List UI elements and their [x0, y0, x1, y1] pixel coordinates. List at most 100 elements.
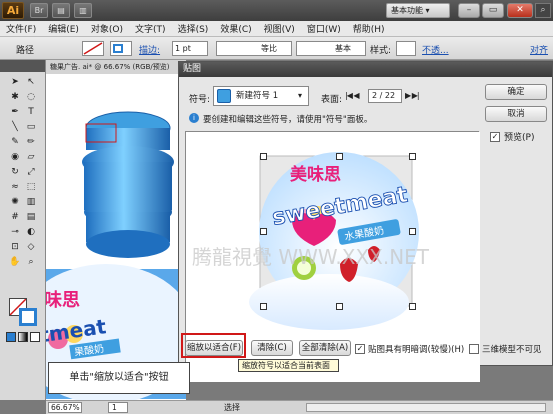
workspace-switcher[interactable]: 基本功能 ▾ — [386, 3, 450, 18]
arrange-icon[interactable]: ▤ — [52, 3, 70, 18]
rotate-icon[interactable]: ↻ — [8, 166, 22, 179]
preview-checkbox[interactable]: ✓ — [490, 131, 500, 142]
info-icon: i — [189, 113, 199, 123]
line-icon[interactable]: ╲ — [8, 121, 22, 134]
graph-icon[interactable]: ▥ — [24, 196, 38, 209]
mesh-icon[interactable]: # — [8, 211, 22, 224]
clear-button[interactable]: 清除(C) — [251, 340, 293, 356]
candy-jar-artwork: 味思 tmeat 果酸奶 — [16, 111, 196, 404]
eyedropper-icon[interactable]: ⊸ — [8, 226, 22, 239]
color-mode-buttons[interactable] — [6, 332, 40, 342]
resize-handle-l[interactable] — [260, 228, 267, 235]
restore-button[interactable]: ▭ — [482, 3, 504, 18]
dialog-title: 贴图 — [179, 62, 552, 77]
invisible-geometry-checkbox[interactable] — [469, 344, 479, 354]
menu-bar: 文件(F) 编辑(E) 对象(O) 文字(T) 选择(S) 效果(C) 视图(V… — [0, 21, 553, 37]
menu-type[interactable]: 文字(T) — [129, 22, 172, 35]
artboard-canvas[interactable]: 味思 tmeat 果酸奶 — [16, 74, 196, 404]
pen-icon[interactable]: ✒ — [8, 106, 22, 119]
horizontal-scrollbar[interactable] — [306, 403, 546, 412]
preview-option[interactable]: ✓ 预览(P) — [490, 130, 534, 143]
stroke-swatch[interactable] — [110, 41, 132, 56]
tools-panel: ➤ ↖ ✱ ◌ ✒ T ╲ ▭ ✎ ✏ ◉ ▱ ↻ ⤢ ≈ ⬚ ✺ ▥ # ▤ ⊸ ◐ ⊡ ◇ ✋ ⌕ — [0, 60, 46, 400]
menu-window[interactable]: 窗口(W) — [301, 22, 347, 35]
align-link[interactable]: 对齐 — [530, 43, 548, 56]
tooltip: 缩放符号以适合当前表面 — [238, 359, 339, 372]
surface-field[interactable]: 2 / 22 — [368, 89, 402, 103]
svg-text:味思: 味思 — [46, 290, 80, 311]
shade-artwork-option[interactable]: ✓ 贴图具有明暗调(较慢)(H) — [355, 343, 464, 355]
invisible-geometry-option[interactable]: 三维模型不可见 — [469, 343, 542, 355]
lasso-icon[interactable]: ◌ — [24, 91, 38, 104]
fill-swatch[interactable] — [82, 41, 104, 56]
magic-wand-icon[interactable]: ✱ — [8, 91, 22, 104]
resize-handle-tr[interactable] — [409, 153, 416, 160]
app-logo: Ai — [2, 2, 24, 19]
highlight-box — [181, 333, 246, 358]
symbol-select[interactable]: 新建符号 1 ▾ — [213, 86, 309, 106]
rect-icon[interactable]: ▭ — [24, 121, 38, 134]
opacity-link[interactable]: 不透... — [422, 43, 449, 56]
symbol-sprayer-icon[interactable]: ✺ — [8, 196, 22, 209]
artwork-brand-cn: 美味思 — [290, 164, 341, 185]
menu-file[interactable]: 文件(F) — [0, 22, 42, 35]
variable-width-profile[interactable]: 等比 — [216, 41, 292, 56]
menu-select[interactable]: 选择(S) — [172, 22, 215, 35]
status-bar: 66.67% 1 选择 — [46, 400, 553, 414]
bridge-icon[interactable]: Br — [30, 3, 48, 18]
stroke-weight-field[interactable]: 1 pt — [172, 41, 208, 56]
stroke-color-box[interactable] — [19, 308, 37, 326]
map-art-dialog: 贴图 符号: 新建符号 1 ▾ 表面: |◀ ◀ 2 / 22 ▶ ▶| i 要… — [178, 61, 553, 382]
clear-all-button[interactable]: 全部清除(A) — [299, 340, 351, 356]
warp-icon[interactable]: ≈ — [8, 181, 22, 194]
style-label: 样式: — [370, 46, 392, 56]
document-icon[interactable]: ▥ — [74, 3, 92, 18]
menu-help[interactable]: 帮助(H) — [347, 22, 391, 35]
zoom-field[interactable]: 66.67% — [48, 402, 82, 413]
menu-effect[interactable]: 效果(C) — [214, 22, 257, 35]
type-icon[interactable]: T — [24, 106, 38, 119]
control-bar: 路径 描边: 1 pt 等比 基本 样式: 不透... 对齐 — [0, 37, 553, 60]
resize-handle-tl[interactable] — [260, 153, 267, 160]
free-transform-icon[interactable]: ⬚ — [24, 181, 38, 194]
blob-brush-icon[interactable]: ◉ — [8, 151, 22, 164]
direct-select-icon[interactable]: ↖ — [24, 76, 38, 89]
eraser-icon[interactable]: ▱ — [24, 151, 38, 164]
menu-object[interactable]: 对象(O) — [85, 22, 129, 35]
artboard-icon[interactable]: ⊡ — [8, 241, 22, 254]
search-icon[interactable]: ⌕ — [535, 3, 551, 18]
resize-handle-bl[interactable] — [260, 303, 267, 310]
hand-icon[interactable]: ✋ — [8, 256, 22, 269]
graphic-style-picker[interactable] — [396, 41, 416, 56]
stroke-label[interactable]: 描边: — [139, 43, 160, 56]
gradient-icon[interactable]: ▤ — [24, 211, 38, 224]
pencil-icon[interactable]: ✏ — [24, 136, 38, 149]
resize-handle-b[interactable] — [336, 303, 343, 310]
close-button[interactable]: ✕ — [507, 3, 533, 18]
menu-edit[interactable]: 编辑(E) — [42, 22, 85, 35]
next-last-surface-icons[interactable]: ▶ ▶| — [405, 91, 420, 100]
resize-handle-t[interactable] — [336, 153, 343, 160]
menu-view[interactable]: 视图(V) — [258, 22, 301, 35]
title-bar: Ai Br ▤ ▥ 基本功能 ▾ – ▭ ✕ ⌕ — [0, 0, 553, 21]
cancel-button[interactable]: 取消 — [485, 106, 547, 122]
slice-icon[interactable]: ◇ — [24, 241, 38, 254]
status-text: 选择 — [224, 403, 240, 412]
minimize-button[interactable]: – — [458, 3, 480, 18]
zoom-icon[interactable]: ⌕ — [24, 256, 38, 269]
page-field[interactable]: 1 — [108, 402, 128, 413]
document-tab[interactable]: 糖果广告. ai* @ 66.67% (RGB/预览) — [46, 60, 186, 74]
scale-icon[interactable]: ⤢ — [24, 166, 38, 179]
brush-definition[interactable]: 基本 — [296, 41, 366, 56]
resize-handle-br[interactable] — [409, 303, 416, 310]
ok-button[interactable]: 确定 — [485, 84, 547, 100]
surface-label: 表面: — [321, 95, 343, 105]
blend-icon[interactable]: ◐ — [24, 226, 38, 239]
resize-handle-r[interactable] — [409, 228, 416, 235]
symbol-label: 符号: — [189, 95, 211, 105]
first-prev-surface-icons[interactable]: |◀ ◀ — [345, 91, 360, 100]
brush-icon[interactable]: ✎ — [8, 136, 22, 149]
dialog-hint: 要创建和编辑这些符号，请使用"符号"面板。 — [203, 115, 373, 125]
shade-artwork-checkbox[interactable]: ✓ — [355, 344, 365, 354]
selection-tool-icon[interactable]: ➤ — [8, 76, 22, 89]
